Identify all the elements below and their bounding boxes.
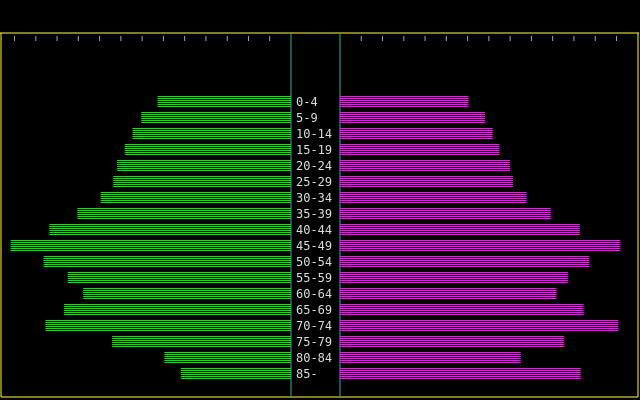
bar-right-65-69 [340, 304, 584, 315]
bar-right-0-4 [340, 96, 469, 107]
bar-right-5-9 [340, 112, 485, 123]
axis-ticks [14, 36, 617, 41]
bar-left-60-64 [83, 288, 292, 299]
bar-right-25-29 [340, 176, 514, 187]
bar-right-75-79 [340, 336, 565, 347]
bar-left-55-59 [67, 272, 291, 283]
age-label: 75-79 [296, 335, 332, 349]
bar-right-50-54 [340, 256, 590, 267]
age-label: 85- [296, 367, 318, 381]
bar-left-0-4 [157, 96, 291, 107]
bar-right-55-59 [340, 272, 569, 283]
population-pyramid-chart: 0-4 5-9 10-14 15-19 20-24 25-29 30-34 35-39 40-4… [0, 32, 639, 398]
age-label: 60-64 [296, 287, 332, 301]
age-label: 30-34 [296, 191, 332, 205]
bar-right-20-24 [340, 160, 511, 171]
bar-right-15-19 [340, 144, 500, 155]
age-label: 50-54 [296, 255, 332, 269]
bar-right-70-74 [340, 320, 619, 331]
age-label: 65-69 [296, 303, 332, 317]
bar-right-10-14 [340, 128, 493, 139]
bar-left-80-84 [164, 352, 291, 363]
age-label: 45-49 [296, 239, 332, 253]
age-label: 70-74 [296, 319, 332, 333]
bar-left-50-54 [43, 256, 292, 267]
age-group-labels: 0-4 5-9 10-14 15-19 20-24 25-29 30-34 35-39 40-4… [296, 95, 332, 381]
bar-left-10-14 [132, 128, 291, 139]
age-label: 5-9 [296, 111, 318, 125]
bar-left-30-34 [100, 192, 291, 203]
age-label: 15-19 [296, 143, 332, 157]
age-label: 25-29 [296, 175, 332, 189]
age-label: 55-59 [296, 271, 332, 285]
bar-left-20-24 [117, 160, 291, 171]
bar-right-35-39 [340, 208, 551, 219]
age-label: 35-39 [296, 207, 332, 221]
bar-right-40-44 [340, 224, 580, 235]
age-label: 0-4 [296, 95, 318, 109]
bar-left-15-19 [124, 144, 291, 155]
bar-left-70-74 [45, 320, 291, 331]
bar-right-45-49 [340, 240, 621, 251]
age-label: 40-44 [296, 223, 332, 237]
age-label: 10-14 [296, 127, 332, 141]
bar-left-25-29 [113, 176, 291, 187]
age-label: 80-84 [296, 351, 332, 365]
age-label: 20-24 [296, 159, 332, 173]
bar-left-35-39 [77, 208, 291, 219]
bar-right-85- [340, 368, 581, 379]
bar-left-5-9 [141, 112, 291, 123]
bar-left-75-79 [112, 336, 292, 347]
bar-left-45-49 [10, 240, 292, 251]
bar-left-85- [180, 368, 291, 379]
bar-left-65-69 [63, 304, 292, 315]
bar-right-60-64 [340, 288, 557, 299]
bar-left-40-44 [49, 224, 292, 235]
bar-right-80-84 [340, 352, 521, 363]
bar-right-30-34 [340, 192, 527, 203]
